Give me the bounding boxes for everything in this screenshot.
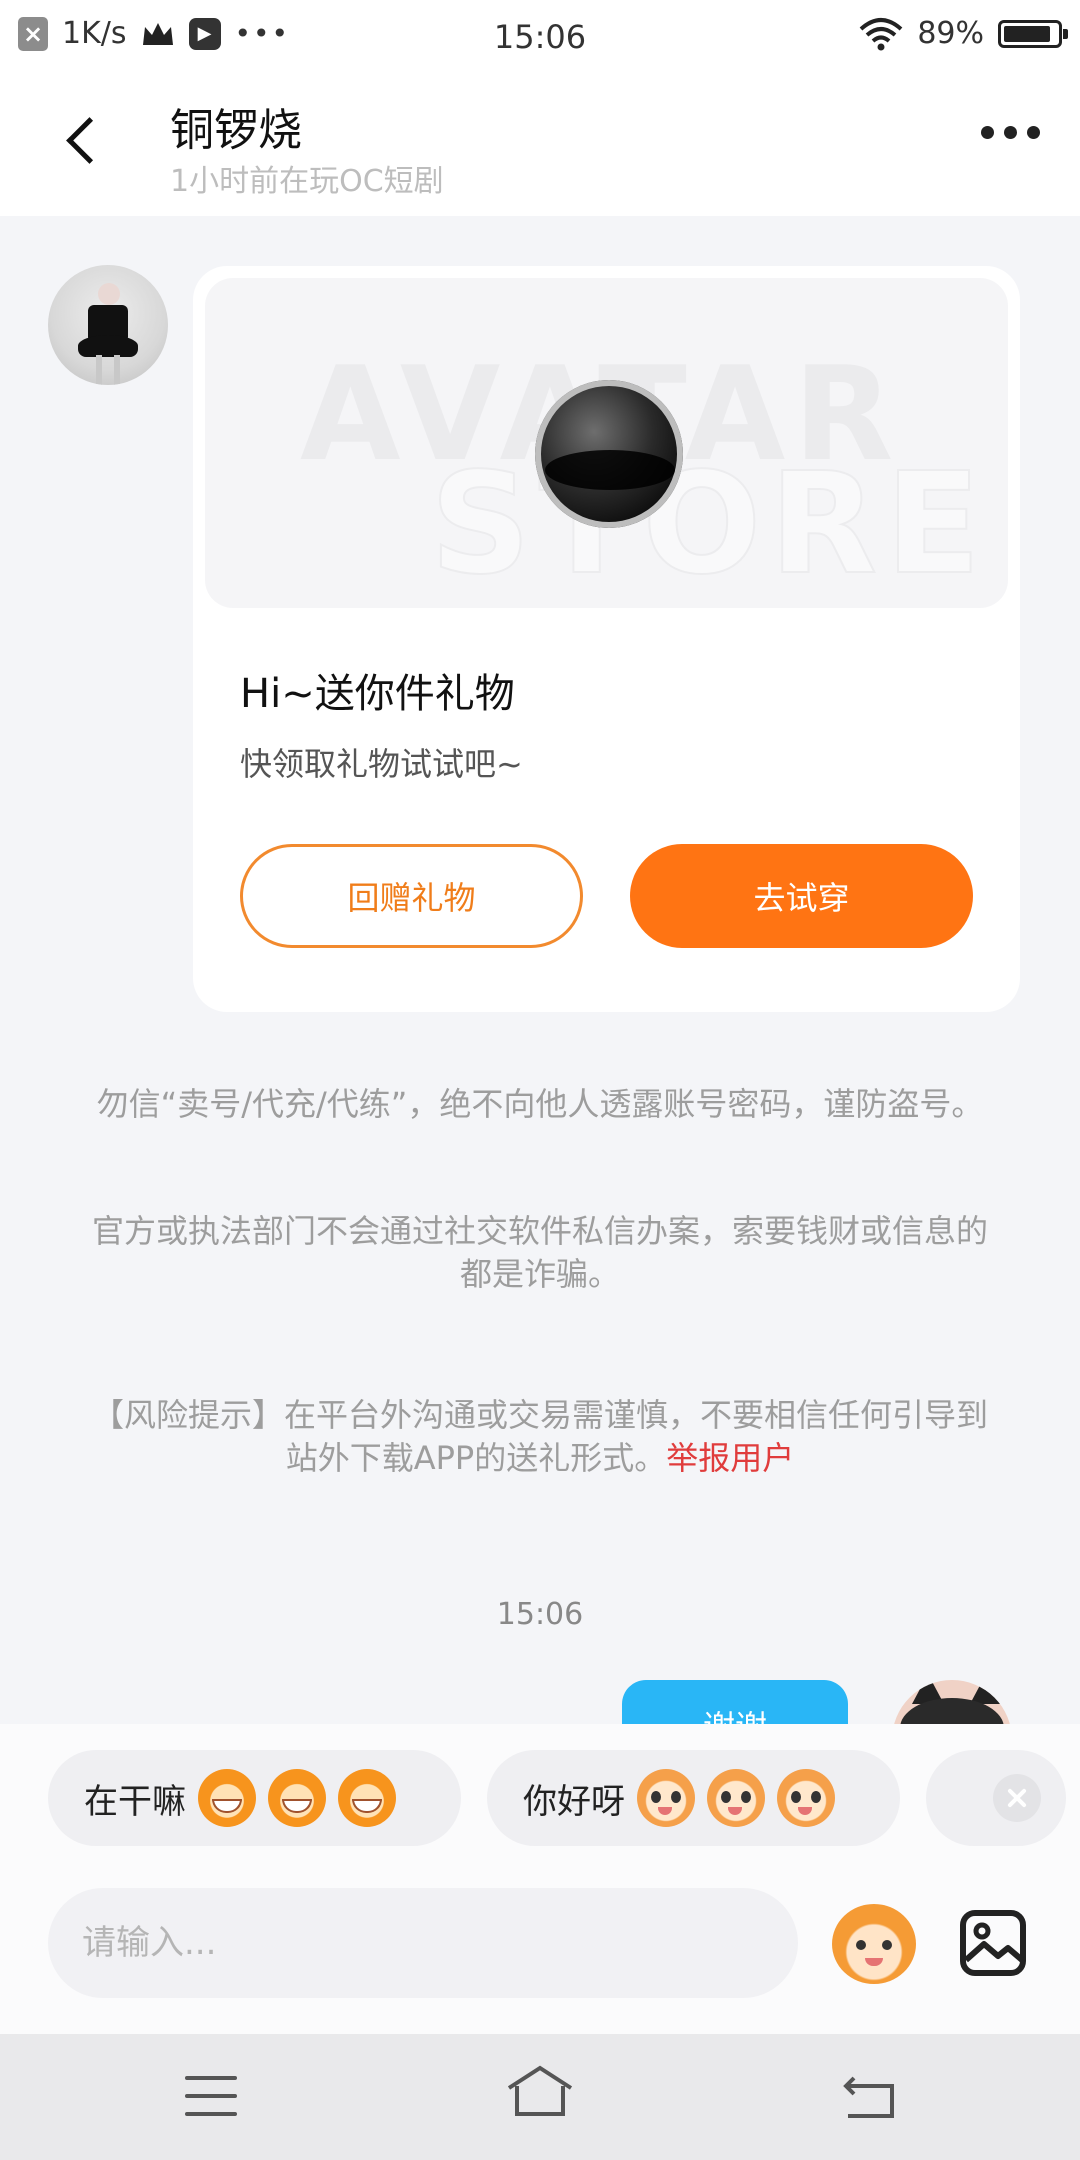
battery-level [1004,25,1051,42]
gift-message-card[interactable]: AVATAR STORE Hi~送你件礼物 快领取礼物试试吧~ 回赠礼物 去试穿 [193,266,1020,1012]
image-picker-icon[interactable] [958,1908,1028,1978]
home-icon[interactable] [505,2064,575,2124]
scam-warning: 官方或执法部门不会通过社交软件私信办案，索要钱财或信息的都是诈骗。 [91,1212,988,1293]
avatar-figure-legs [96,355,120,385]
message-timestamp: 15:06 [496,1597,584,1632]
emoji-button-icon[interactable] [832,1904,916,1984]
system-nav-bar [0,2034,1080,2160]
menu-line [185,2094,237,2098]
grinning-emoji-icon [268,1769,326,1827]
more-options-button[interactable] [981,126,1040,139]
wifi-icon [859,17,903,50]
recent-apps-icon[interactable] [185,2076,237,2116]
grinning-emoji-icon [338,1769,396,1827]
smiling-emoji-icon [777,1769,835,1827]
risk-tip: 【风险提示】在平台外沟通或交易需谨慎，不要相信任何引导到站外下载APP的送礼形式… [90,1394,990,1480]
banner-watermark: STORE [429,442,989,607]
status-right: 89% [859,16,1068,51]
message-input[interactable] [48,1888,798,1998]
close-quick-replies-button[interactable] [993,1774,1041,1822]
quick-reply-chip[interactable]: 在干嘛 [48,1750,461,1846]
dot-icon [1004,126,1017,139]
back-button[interactable] [55,112,115,172]
smiling-emoji-icon [707,1769,765,1827]
input-bar [0,1874,1080,2034]
battery-percent: 89% [917,16,984,51]
menu-line [185,2076,237,2080]
gift-title: Hi~送你件礼物 [240,671,515,717]
contact-name: 铜锣烧 [170,105,302,156]
avatar-figure-body [88,305,128,339]
smiling-emoji-icon [637,1769,695,1827]
avatar-figure-skirt [78,335,138,357]
fraud-warning: 勿信“卖号/代充/代练”，绝不向他人透露账号密码，谨防盗号。 [96,1085,984,1123]
quick-reply-chip[interactable]: 你好呀 [487,1750,900,1846]
grinning-emoji-icon [198,1769,256,1827]
status-bar: × 1K/s ▶ ••• 15:06 89% [0,0,1080,72]
gift-item-image [535,380,683,528]
return-gift-button[interactable]: 回赠礼物 [240,844,583,948]
avatar-figure-head [98,283,120,305]
report-user-link[interactable]: 举报用户 [666,1439,794,1477]
risk-tip-text: 【风险提示】在平台外沟通或交易需谨慎，不要相信任何引导到站外下载APP的送礼形式… [91,1396,988,1477]
dot-icon [981,126,994,139]
try-on-button[interactable]: 去试穿 [630,844,973,948]
dot-icon [1027,126,1040,139]
quick-reply-text: 在干嘛 [84,1781,186,1822]
gift-subtitle: 快领取礼物试试吧~ [240,745,523,783]
sender-avatar[interactable] [48,265,168,385]
back-nav-icon[interactable] [840,2072,900,2122]
contact-status: 1小时前在玩OC短剧 [170,164,444,199]
gift-banner: AVATAR STORE [205,278,1008,608]
quick-reply-text: 你好呀 [523,1781,625,1822]
battery-icon [998,19,1068,48]
chat-header: 铜锣烧 1小时前在玩OC短剧 [0,72,1080,216]
menu-line [185,2112,237,2116]
quick-reply-bar: 在干嘛 你好呀 [0,1724,1080,1874]
